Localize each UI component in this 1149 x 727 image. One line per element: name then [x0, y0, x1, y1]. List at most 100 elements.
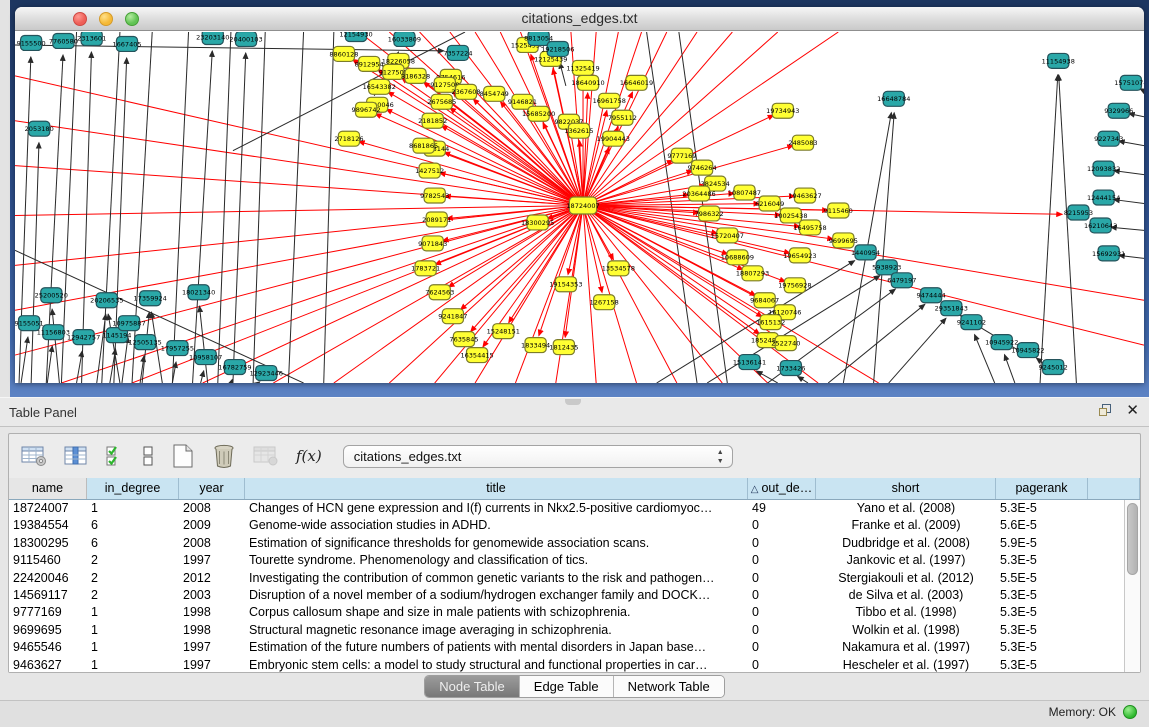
table-row[interactable]: 1872400712008Changes of HCN gene express… — [9, 500, 1140, 517]
float-panel-icon[interactable] — [1099, 404, 1112, 417]
table-row[interactable]: 1456911722003Disruption of a novel membe… — [9, 587, 1140, 604]
graph-node[interactable]: 15692931 — [1092, 246, 1125, 261]
graph-node[interactable]: 19654923 — [783, 248, 816, 263]
memory-indicator[interactable]: Memory: OK — [1049, 705, 1137, 719]
graph-node[interactable]: 9241102 — [957, 315, 986, 330]
zoom-window-button[interactable] — [125, 12, 139, 26]
column-header-in-degree[interactable]: in_degree — [87, 478, 179, 499]
graph-node[interactable]: 18807293 — [736, 266, 769, 281]
graph-node[interactable]: 1783721 — [411, 261, 440, 276]
function-builder-button[interactable]: f(x) — [296, 447, 322, 465]
graph-node[interactable]: 15248151 — [487, 324, 520, 339]
table-selector-dropdown[interactable]: citations_edges.txt ▲▼ — [343, 445, 733, 468]
graph-node[interactable]: 9071843 — [418, 236, 447, 251]
graph-node[interactable]: 18640910 — [571, 75, 604, 90]
graph-node[interactable]: 7986322 — [695, 206, 724, 221]
column-header-out-de-[interactable]: △out_de… — [748, 478, 816, 499]
graph-node[interactable]: 9684067 — [750, 293, 779, 308]
column-header-pagerank[interactable]: pagerank — [996, 478, 1088, 499]
graph-node[interactable]: 19463627 — [788, 188, 821, 203]
table-row[interactable]: 969969511998Structural magnetic resonanc… — [9, 622, 1140, 639]
graph-node[interactable]: 8681865 — [409, 138, 438, 153]
table-row[interactable]: 1830029562008Estimation of significance … — [9, 535, 1140, 552]
graph-node[interactable]: 16646019 — [620, 75, 653, 90]
graph-node[interactable]: 20400103 — [229, 32, 262, 46]
graph-node[interactable]: 9746264 — [688, 160, 717, 175]
graph-node[interactable]: 16961758 — [593, 93, 626, 108]
graph-node[interactable]: 16210643 — [1084, 218, 1117, 233]
column-header-title[interactable]: title — [245, 478, 748, 499]
tab-edge-table[interactable]: Edge Table — [520, 676, 614, 697]
graph-node[interactable]: 7635845 — [449, 332, 478, 347]
minimize-window-button[interactable] — [99, 12, 113, 26]
column-visibility-button[interactable] — [64, 445, 88, 467]
close-window-button[interactable] — [73, 12, 87, 26]
tab-node-table[interactable]: Node Table — [425, 676, 520, 697]
graph-node[interactable]: 1733426 — [776, 361, 805, 376]
graph-node[interactable]: 1362615 — [564, 123, 593, 138]
graph-node[interactable]: 12942757 — [67, 330, 100, 345]
graph-node[interactable]: 8186328 — [401, 68, 430, 83]
column-header-name[interactable]: name — [9, 478, 87, 499]
vertical-scrollbar[interactable] — [1124, 500, 1140, 672]
table-row[interactable]: 946554611997Estimation of the future num… — [9, 639, 1140, 656]
graph-node[interactable]: 7760580 — [49, 33, 78, 48]
graph-node[interactable]: 1667405 — [112, 36, 141, 51]
table-mode-button[interactable] — [21, 445, 47, 467]
graph-node[interactable]: 7624563 — [425, 285, 454, 300]
graph-node[interactable]: 17359924 — [134, 291, 167, 306]
graph-node[interactable]: 16033809 — [388, 32, 421, 46]
graph-node[interactable]: 12154930 — [339, 32, 372, 41]
graph-node[interactable]: 2053180 — [25, 121, 54, 136]
graph-node[interactable]: 7357224 — [443, 45, 472, 60]
graph-node[interactable]: 16648784 — [877, 91, 910, 106]
graph-node[interactable]: 9245012 — [1039, 360, 1068, 375]
close-panel-icon[interactable]: ✕ — [1126, 404, 1139, 417]
graph-node[interactable]: 2522740 — [771, 336, 800, 351]
table-row[interactable]: 946362711997Embryonic stem cells: a mode… — [9, 657, 1140, 672]
graph-node[interactable]: 8215953 — [1064, 205, 1093, 220]
graph-node[interactable]: 7955112 — [608, 110, 637, 125]
graph-node[interactable]: 9699695 — [829, 233, 858, 248]
graph-node[interactable]: 8860128 — [329, 46, 358, 61]
graph-node[interactable]: 9241847 — [438, 309, 467, 324]
graph-node[interactable]: 1427512 — [415, 163, 444, 178]
graph-node[interactable]: 1267158 — [590, 295, 619, 310]
graph-node[interactable]: 1615132 — [756, 315, 785, 330]
table-row[interactable]: 2242004622012Investigating the contribut… — [9, 570, 1140, 587]
graph-node[interactable]: 15136141 — [733, 355, 766, 370]
delete-column-button[interactable] — [212, 443, 236, 469]
graph-node[interactable]: 12923446 — [250, 366, 283, 381]
graph-node[interactable]: 9329966 — [1104, 103, 1133, 118]
graph-node[interactable]: 6479197 — [887, 273, 916, 288]
graph-node[interactable]: 1833494 — [521, 338, 550, 353]
graph-node[interactable]: 15751074 — [1114, 75, 1144, 90]
graph-node[interactable]: 9155500 — [17, 35, 46, 50]
tab-network-table[interactable]: Network Table — [614, 676, 724, 697]
graph-node[interactable]: 2367608 — [451, 84, 480, 99]
clear-selection-button[interactable] — [142, 444, 154, 468]
graph-node[interactable]: 6216049 — [755, 196, 784, 211]
graph-node[interactable]: 9474444 — [917, 288, 946, 303]
graph-node[interactable]: 1812435 — [549, 340, 578, 355]
graph-node[interactable]: 12093832 — [1087, 161, 1120, 176]
graph-node[interactable]: 18021340 — [182, 285, 215, 300]
graph-node[interactable]: 25200520 — [35, 288, 68, 303]
graph-node[interactable]: 2675685 — [427, 94, 456, 109]
graph-node[interactable]: 11325419 — [566, 60, 599, 75]
graph-node[interactable]: 13534578 — [602, 261, 635, 276]
graph-node[interactable]: 2718126 — [334, 131, 363, 146]
graph-node[interactable]: 11154938 — [1042, 53, 1075, 68]
graph-node[interactable]: 12444154 — [1087, 190, 1120, 205]
table-row[interactable]: 1938455462009Genome-wide association stu… — [9, 517, 1140, 534]
table-row[interactable]: 911546021997Tourette syndrome. Phenomeno… — [9, 552, 1140, 569]
graph-node[interactable]: 2181852 — [418, 113, 447, 128]
column-header-short[interactable]: short — [816, 478, 996, 499]
network-canvas[interactable]: 8860128891295418226058912750516543382818… — [15, 32, 1144, 383]
graph-node[interactable]: 23203140 — [196, 32, 229, 44]
graph-node[interactable]: 9227343 — [1094, 131, 1123, 146]
graph-node[interactable]: 9782543 — [420, 188, 449, 203]
graph-hub-node[interactable]: 18724007 — [566, 197, 599, 214]
graph-node[interactable]: 2089171 — [422, 212, 451, 227]
graph-node[interactable]: 9115460 — [824, 203, 853, 218]
